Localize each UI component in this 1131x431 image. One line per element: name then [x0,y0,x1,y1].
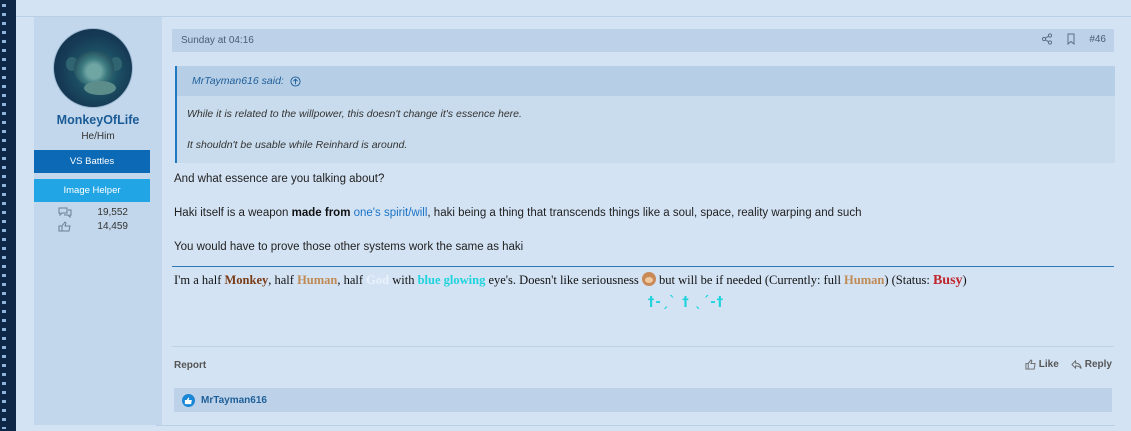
sig-text: , half [337,273,367,287]
like-label: Like [1038,359,1059,370]
footer-divider [172,346,1114,347]
stat-messages: 19,552 [58,205,128,219]
post-date[interactable]: Sunday at 04:16 [181,35,254,46]
messages-icon [58,207,72,218]
sig-text: eye's. Doesn't like seriousness [485,273,642,287]
user-stats: 19,552 14,459 [58,205,128,233]
sig-text: ) (Status: [884,273,933,287]
share-icon[interactable] [1041,33,1053,45]
post-paragraph: And what essence are you talking about? [174,173,385,185]
quote-line: It shouldn't be usable while Reinhard is… [187,139,408,151]
sig-status-busy: Busy [932,273,963,288]
signature: I'm a half Monkey, half Human, half God … [174,272,967,289]
like-reaction-icon [182,393,195,407]
strip-pattern [2,4,6,429]
post-tools: #46 [1041,33,1106,45]
reactions-bar[interactable]: MrTayman616 [174,388,1112,412]
post-paragraph: You would have to prove those other syst… [174,241,524,253]
message-content: Sunday at 04:16 #46 MrTayman616 said: Wh… [172,29,1115,425]
quote-header[interactable]: MrTayman616 said: [177,66,1115,96]
post-number-link[interactable]: #46 [1089,34,1106,45]
post-paragraph: Haki itself is a weapon made from one's … [174,207,861,219]
sig-blue-glowing: blue glowing [417,273,486,287]
arrow-up-circle-icon[interactable] [290,75,301,87]
sig-monkey: Monkey [224,273,269,287]
signature-divider [172,266,1114,267]
sig-text: but will be if needed (Currently: full [655,273,845,287]
spirit-will-link[interactable]: one's spirit/will [354,207,428,219]
thumbs-up-icon [58,220,71,231]
reply-icon [1071,359,1082,370]
user-banner-vs-battles: VS Battles [34,150,150,173]
signature-crosses: †-ˏˋ † ˎˊ-† [647,295,725,310]
sig-god: God [366,273,390,287]
report-link[interactable]: Report [174,360,206,371]
sig-text: with [389,273,418,287]
reaction-user-link[interactable]: MrTayman616 [201,395,267,406]
stat-messages-value: 19,552 [97,206,128,218]
sig-human: Human [297,273,338,287]
avatar-face [74,51,114,85]
sig-text: I'm a half [174,273,225,287]
quote-author[interactable]: MrTayman616 said: [192,75,284,87]
avatar-hand [84,81,116,95]
divider [16,16,1131,17]
quote-line: While it is related to the willpower, th… [187,108,522,120]
reply-button[interactable]: Reply [1071,359,1112,370]
stat-reactions: 14,459 [58,219,128,233]
user-pronouns: He/Him [81,131,115,142]
sig-human-current: Human [844,273,885,287]
user-panel: MonkeyOfLife He/Him VS Battles Image Hel… [34,17,162,425]
like-button[interactable]: Like [1025,359,1059,370]
sig-text: ) [962,273,967,287]
thumbs-up-icon [1025,359,1036,370]
bold-text: made from [291,207,351,219]
bookmark-icon[interactable] [1065,33,1077,45]
monkey-emoji-icon [641,272,656,286]
divider [156,425,1115,426]
left-edge-strip [0,0,16,431]
reply-label: Reply [1084,359,1112,370]
message-attribution: Sunday at 04:16 #46 [172,29,1114,52]
post-actions: Like Reply [1025,359,1112,370]
text-segment: , haki being a thing that transcends thi… [427,207,862,219]
user-banner-image-helper: Image Helper [34,179,150,202]
avatar[interactable] [53,28,133,108]
quote-block: MrTayman616 said: While it is related to… [175,66,1115,163]
text-segment: Haki itself is a weapon [174,207,292,219]
sig-text: , half [268,273,298,287]
stat-reactions-value: 14,459 [97,220,128,232]
username-link[interactable]: MonkeyOfLife [34,113,162,127]
thread-page: MonkeyOfLife He/Him VS Battles Image Hel… [16,0,1131,431]
